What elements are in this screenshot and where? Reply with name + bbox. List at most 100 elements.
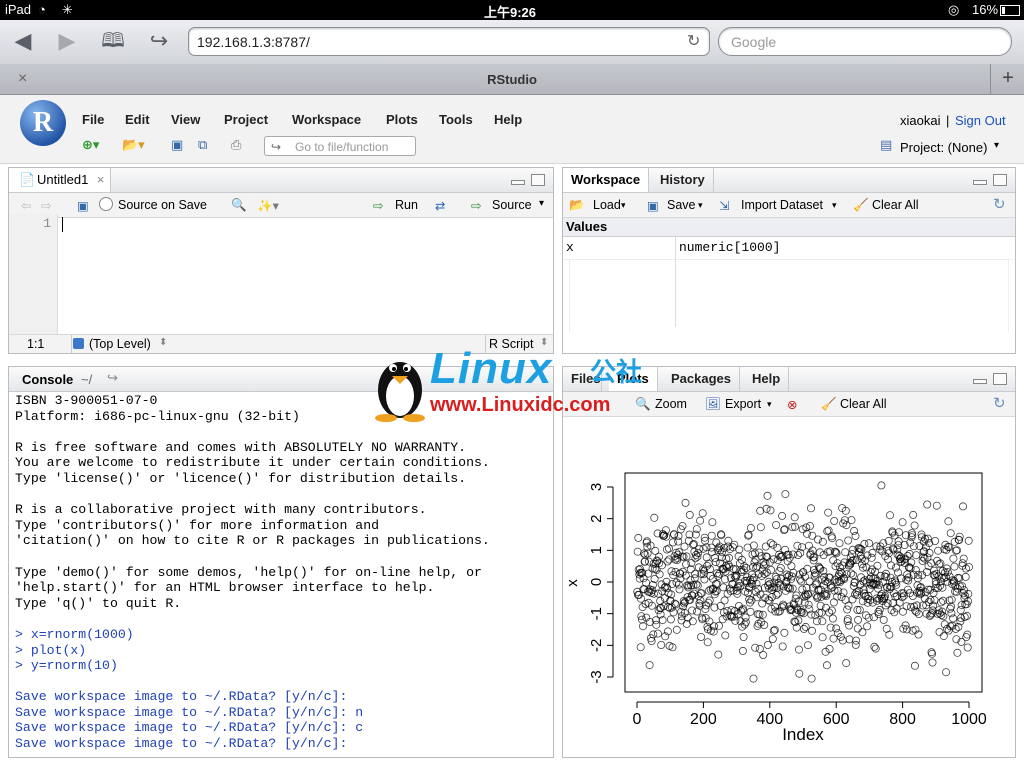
watermark-big: Linux [430, 344, 553, 393]
url-field[interactable]: 192.168.1.3:8787/ ↻ [188, 27, 710, 56]
wand-icon[interactable]: ✨▾ [257, 198, 279, 214]
goto-dir-icon[interactable]: ↪ [107, 370, 118, 386]
new-tab-button[interactable]: + [990, 64, 1024, 94]
data-point [909, 510, 918, 519]
rerun-icon[interactable]: ⇄ [435, 198, 445, 213]
workspace-row[interactable]: x numeric[1000] [563, 237, 1015, 327]
console-line: 'citation()' on how to cite R or R packa… [15, 533, 490, 549]
run-button[interactable]: Run [395, 198, 418, 212]
tab-untitled1[interactable]: 📄 Untitled1 × [9, 168, 112, 192]
data-point [799, 624, 808, 633]
scope-selector[interactable]: (Top Level) [89, 337, 151, 351]
menu-tools[interactable]: Tools [439, 112, 473, 127]
code-editor[interactable] [58, 214, 553, 334]
device-status-bar: iPad ◔ ✳ 上午9:26 ◎ 16% [0, 0, 1024, 20]
source-button[interactable]: Source [492, 198, 532, 212]
source-arrow-icon: ⇨ [471, 199, 482, 213]
menu-file[interactable]: File [82, 112, 104, 127]
remove-plot-icon[interactable]: ⊗ [787, 397, 797, 412]
new-file-icon[interactable]: ⊕▾ [82, 137, 99, 155]
console-line: Save workspace image to ~/.RData? [y/n/c… [15, 704, 364, 720]
console-path: ~/ [81, 372, 93, 387]
source-on-save-checkbox[interactable] [99, 197, 113, 211]
console-line: > y=rnorm(10) [15, 658, 118, 674]
minimize-icon[interactable] [973, 180, 987, 185]
open-file-icon[interactable]: 📂▾ [122, 137, 145, 155]
data-point [720, 596, 729, 605]
console-title: Console [22, 372, 74, 387]
save-all-icon[interactable]: ⧉ [198, 137, 207, 155]
x-tick-label: 0 [633, 711, 642, 728]
menu-help[interactable]: Help [494, 112, 522, 127]
refresh-icon[interactable]: ↻ [993, 394, 1006, 412]
data-point [657, 640, 666, 649]
bookmarks-icon[interactable]: 🕮 [98, 28, 128, 54]
chevron-down-icon[interactable]: ▾ [994, 140, 999, 151]
tab-packages[interactable]: Packages [663, 367, 740, 391]
updown-icon: ⬍ [159, 337, 168, 348]
rstudio-header: R File Edit View Project Workspace Plots… [0, 95, 1024, 164]
workspace-tabbar: Workspace History [563, 168, 1015, 193]
back-arrow-icon[interactable]: ⇦ [21, 198, 31, 213]
data-point [676, 574, 685, 583]
sign-out-link[interactable]: Sign Out [955, 113, 1006, 128]
menu-edit[interactable]: Edit [125, 112, 150, 127]
maximize-icon[interactable] [531, 174, 545, 186]
save-button[interactable]: Save [667, 198, 696, 212]
refresh-icon[interactable]: ↻ [993, 195, 1006, 213]
data-point [778, 642, 787, 651]
data-point [837, 593, 846, 602]
save-icon[interactable]: ▣ [171, 137, 183, 155]
maximize-icon[interactable] [993, 373, 1007, 385]
menu-view[interactable]: View [171, 112, 200, 127]
maximize-icon[interactable] [993, 174, 1007, 186]
data-point [746, 607, 755, 616]
rstudio-logo: R [20, 100, 66, 146]
search-field[interactable]: Google [718, 27, 1012, 56]
tab-history[interactable]: History [652, 168, 714, 192]
share-icon[interactable]: ↪ [144, 28, 174, 54]
data-point [761, 542, 770, 551]
clear-all-button[interactable]: Clear All [872, 198, 919, 212]
close-icon[interactable]: × [97, 168, 105, 192]
forward-arrow-icon[interactable]: ⇨ [41, 198, 51, 213]
chevron-down-icon[interactable]: ▾ [539, 198, 544, 209]
import-dataset-button[interactable]: Import Dataset [741, 198, 823, 212]
menu-workspace[interactable]: Workspace [292, 112, 361, 127]
plot-frame [624, 472, 983, 693]
data-point [672, 578, 681, 587]
back-icon[interactable]: ◀ [8, 28, 38, 54]
export-button[interactable]: Export [725, 397, 761, 411]
console-line: R is free software and comes with ABSOLU… [15, 439, 467, 455]
menu-plots[interactable]: Plots [386, 112, 418, 127]
data-point [807, 626, 816, 635]
minimize-icon[interactable] [973, 379, 987, 384]
clear-all-button[interactable]: Clear All [840, 397, 887, 411]
data-point [751, 643, 760, 652]
console-line: 'help.start()' for an HTML browser inter… [15, 580, 435, 596]
print-icon[interactable]: ⎙ [231, 137, 241, 155]
load-button[interactable]: Load [593, 198, 621, 212]
save-icon[interactable]: ▣ [77, 198, 89, 213]
data-point [642, 613, 651, 622]
forward-icon[interactable]: ▶ [52, 28, 82, 54]
project-menu[interactable]: Project: (None) [900, 140, 987, 155]
data-point [847, 569, 856, 578]
minimize-icon[interactable] [511, 180, 525, 185]
menu-project[interactable]: Project [224, 112, 268, 127]
data-point [863, 622, 872, 631]
reload-icon[interactable]: ↻ [687, 31, 700, 51]
search-icon[interactable]: 🔍 [231, 198, 247, 213]
data-point [818, 617, 827, 626]
goto-file-input[interactable]: ↪ Go to file/function [264, 136, 416, 156]
chevron-down-icon: ▾ [621, 200, 626, 210]
tab-workspace[interactable]: Workspace [563, 168, 650, 192]
tab-help[interactable]: Help [744, 367, 790, 391]
data-point [634, 533, 643, 542]
data-point [714, 650, 723, 659]
console-output[interactable]: ISBN 3-900051-07-0 Platform: i686-pc-linu… [15, 393, 490, 752]
data-point [928, 658, 937, 667]
data-point [670, 530, 679, 539]
